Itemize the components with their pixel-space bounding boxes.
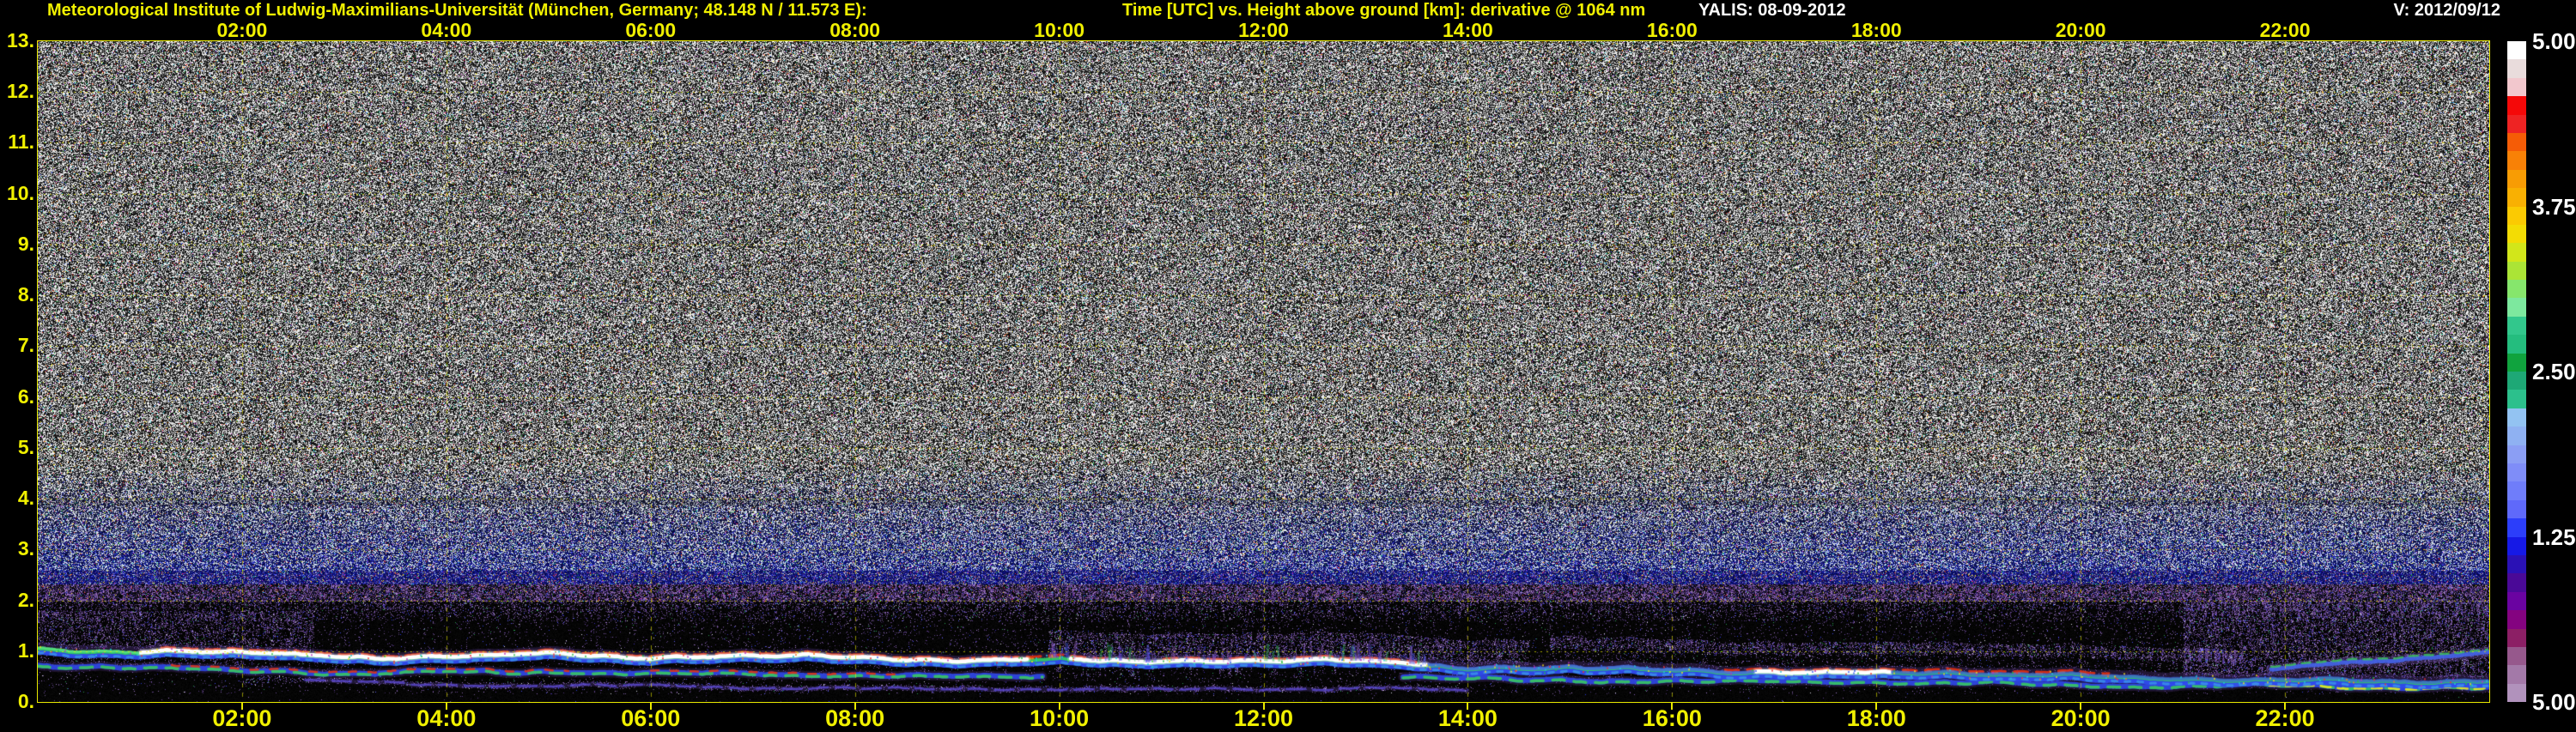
time-tick-label: 04:00 [421, 19, 472, 41]
time-tick-label: 08:00 [829, 19, 881, 41]
time-tick-label: 16:00 [1646, 19, 1698, 41]
colorbar-tick-label: 1.25 [2532, 523, 2576, 550]
height-tick-label: 7. [17, 334, 34, 357]
colorbar-step [2507, 499, 2526, 519]
plot-area [37, 40, 2490, 703]
colorbar-step [2507, 224, 2526, 244]
height-tick-label: 0. [17, 690, 34, 712]
colorbar-step [2507, 188, 2526, 207]
colorbar-step [2507, 41, 2526, 60]
axis-tick-mark [240, 703, 243, 710]
plot-title: Time [UTC] vs. Height above ground [km]:… [1122, 1, 1646, 20]
colorbar-step [2507, 316, 2526, 336]
axis-tick-mark [2080, 703, 2082, 710]
time-tick-label: 22:00 [2259, 19, 2311, 41]
colorbar-step [2507, 353, 2526, 372]
axis-tick-mark [649, 703, 652, 710]
colorbar-step [2507, 206, 2526, 225]
time-tick-label: 12:00 [1238, 19, 1289, 41]
height-tick-label: 4. [17, 487, 34, 510]
time-tick-label: 18:00 [1850, 19, 1902, 41]
colorbar [2507, 41, 2526, 703]
axis-tick-mark [1262, 703, 1265, 710]
axis-tick-mark [445, 703, 447, 710]
height-tick-label: 8. [17, 283, 34, 306]
height-tick-label: 3. [17, 537, 34, 560]
time-tick-label: 06:00 [625, 19, 677, 41]
colorbar-step [2507, 243, 2526, 262]
height-tick-label: 9. [17, 232, 34, 255]
lidar-heatmap-canvas [38, 41, 2489, 702]
colorbar-step [2507, 426, 2526, 445]
colorbar-tick-label: 2.50 [2532, 359, 2576, 384]
colorbar-step [2507, 518, 2526, 537]
colorbar-step [2507, 683, 2526, 703]
colorbar-step [2507, 169, 2526, 189]
colorbar-tick-label: 5.00 [2532, 28, 2576, 54]
colorbar-step [2507, 591, 2526, 611]
colorbar-step [2507, 132, 2526, 152]
colorbar-step [2507, 628, 2526, 647]
time-tick-label: 10:00 [1034, 19, 1084, 41]
colorbar-step [2507, 665, 2526, 684]
height-tick-label: 1. [17, 638, 34, 662]
version-label: V: 2012/09/12 [2393, 1, 2500, 20]
height-tick-label: 2. [17, 588, 34, 611]
height-tick-label: 11. [8, 130, 34, 154]
colorbar-step [2507, 77, 2526, 97]
colorbar-step [2507, 59, 2526, 78]
colorbar-tick-label: 3.75 [2532, 193, 2576, 220]
colorbar-step [2507, 261, 2526, 281]
colorbar-step [2507, 536, 2526, 555]
time-tick-label: 02:00 [216, 19, 268, 41]
time-tick-label: 20:00 [2055, 19, 2106, 41]
axis-tick-mark [1467, 703, 1469, 710]
time-tick-label: 14:00 [1442, 19, 1493, 41]
colorbar-step [2507, 372, 2526, 390]
axis-tick-mark [1671, 703, 1674, 710]
colorbar-tick-label: 5.00 [2532, 689, 2576, 715]
height-tick-label: 6. [17, 384, 34, 408]
colorbar-step [2507, 390, 2526, 408]
colorbar-step [2507, 445, 2526, 463]
colorbar-step [2507, 280, 2526, 299]
system-date-label: YALIS: 08-09-2012 [1698, 1, 1846, 20]
institute-title: Meteorological Institute of Ludwig-Maxim… [47, 1, 867, 20]
height-tick-label: 13. [7, 29, 34, 51]
axis-tick-mark [2284, 703, 2287, 710]
colorbar-step [2507, 114, 2526, 133]
colorbar-step [2507, 573, 2526, 592]
axis-tick-mark [1058, 703, 1060, 710]
colorbar-step [2507, 610, 2526, 629]
colorbar-step [2507, 298, 2526, 317]
colorbar-step [2507, 646, 2526, 666]
colorbar-step [2507, 96, 2526, 115]
axis-tick-mark [854, 703, 856, 710]
colorbar-step [2507, 481, 2526, 500]
height-tick-label: 5. [17, 435, 34, 458]
height-tick-label: 10. [7, 181, 34, 204]
colorbar-step [2507, 554, 2526, 574]
axis-tick-mark [1875, 703, 1878, 710]
colorbar-step [2507, 151, 2526, 170]
colorbar-step [2507, 463, 2526, 482]
colorbar-step [2507, 408, 2526, 427]
colorbar-step [2507, 335, 2526, 354]
height-tick-label: 12. [7, 80, 34, 103]
